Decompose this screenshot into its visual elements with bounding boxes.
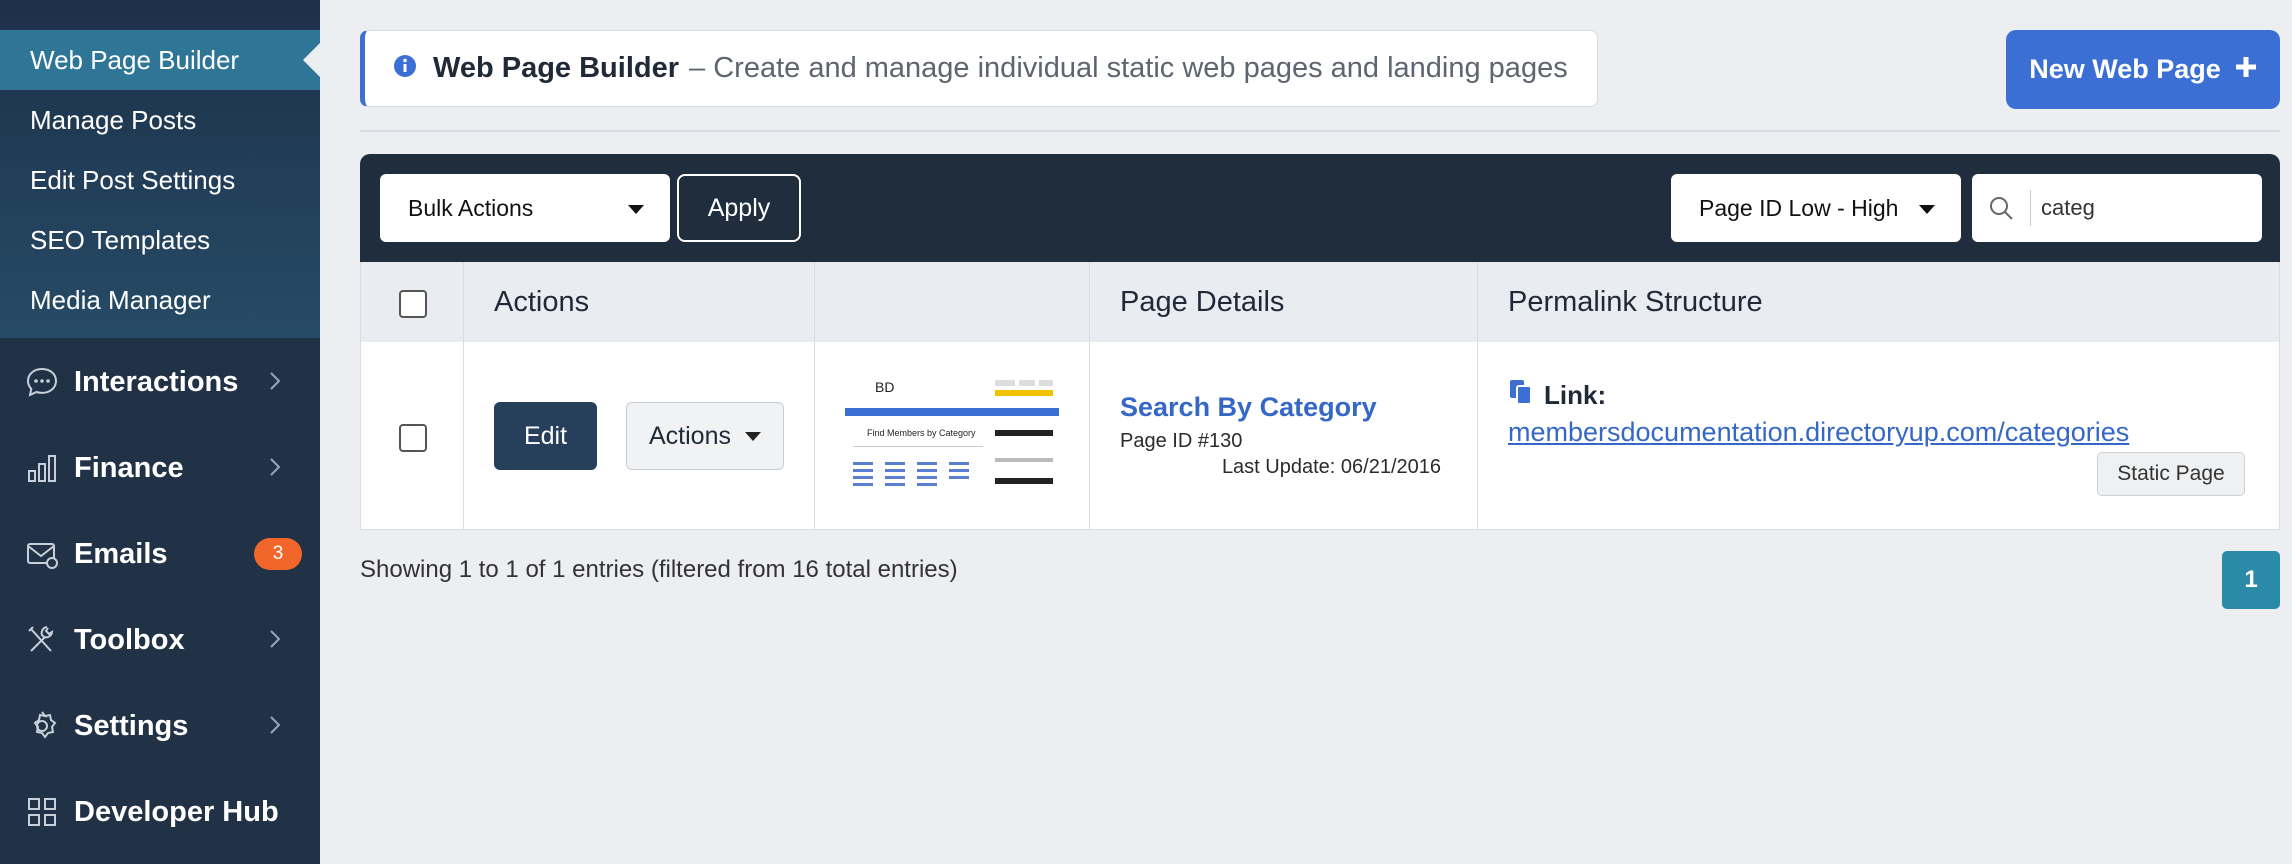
- sort-select[interactable]: Page ID Low - High: [1671, 174, 1961, 242]
- sidebar-item-media-manager[interactable]: Media Manager: [0, 270, 320, 330]
- page-type-badge: Static Page: [2097, 452, 2245, 496]
- column-divider: [814, 262, 815, 530]
- select-all-checkbox[interactable]: [399, 290, 427, 318]
- search-separator: [2030, 190, 2031, 226]
- new-web-page-button[interactable]: New Web Page: [2006, 30, 2280, 109]
- apply-button[interactable]: Apply: [677, 174, 801, 242]
- info-icon: [393, 54, 417, 83]
- active-indicator: [303, 43, 320, 77]
- sidebar-item-label: Interactions: [74, 365, 239, 398]
- sidebar-item-label: Settings: [74, 709, 189, 742]
- plus-icon: [2235, 54, 2257, 85]
- bulk-actions-select[interactable]: Bulk Actions: [380, 174, 670, 242]
- row-checkbox[interactable]: [399, 424, 427, 452]
- column-header-page-details: Page Details: [1120, 286, 1285, 318]
- caret-down-icon: [745, 432, 761, 441]
- sidebar-item-label: Developer Hub: [74, 795, 279, 828]
- column-divider: [1089, 262, 1090, 530]
- thumbnail-heading-text: Find Members by Category: [867, 428, 976, 438]
- bar-chart-icon: [24, 450, 60, 486]
- page-title-link[interactable]: Search By Category: [1120, 392, 1377, 423]
- sidebar-item-label: Edit Post Settings: [30, 164, 236, 195]
- caret-down-icon: [628, 205, 644, 214]
- bulk-actions-label: Bulk Actions: [408, 194, 534, 221]
- chevron-right-icon: [268, 455, 282, 484]
- pages-table: Actions Page Details Permalink Structure…: [360, 262, 2280, 530]
- page-title: Web Page Builder: [433, 52, 680, 84]
- sidebar-item-seo-templates[interactable]: SEO Templates: [0, 210, 320, 270]
- new-web-page-label: New Web Page: [2029, 54, 2221, 84]
- search-input[interactable]: [2039, 194, 2243, 222]
- sidebar-item-label: Manage Posts: [30, 104, 197, 135]
- apply-label: Apply: [707, 193, 771, 222]
- column-header-actions: Actions: [494, 286, 590, 318]
- divider: [360, 130, 2280, 132]
- search-icon: [1972, 195, 2030, 221]
- edit-label: Edit: [523, 421, 568, 450]
- tools-icon: [24, 622, 60, 658]
- page-thumbnail[interactable]: BD Find Members by Category: [845, 374, 1059, 498]
- sidebar-item-web-page-builder[interactable]: Web Page Builder: [0, 30, 320, 90]
- sidebar-item-settings[interactable]: Settings: [0, 683, 320, 769]
- edit-button[interactable]: Edit: [494, 402, 597, 470]
- column-divider: [463, 262, 464, 530]
- link-label: Link:: [1544, 380, 1607, 410]
- sidebar-item-label: Media Manager: [30, 284, 211, 315]
- sidebar-submenu: Web Page Builder Manage Posts Edit Post …: [0, 0, 320, 338]
- sidebar-item-toolbox[interactable]: Toolbox: [0, 597, 320, 683]
- chevron-right-icon: [268, 713, 282, 742]
- sidebar-item-label: Emails: [74, 537, 168, 570]
- table-toolbar: Bulk Actions Apply Page ID Low - High: [360, 154, 2280, 262]
- gear-icon: [24, 708, 60, 744]
- caret-down-icon: [1919, 205, 1935, 214]
- column-header-permalink: Permalink Structure: [1508, 286, 1763, 318]
- chat-icon: [24, 364, 60, 400]
- unread-count-badge: 3: [254, 538, 302, 570]
- grid-icon: [24, 794, 60, 830]
- sidebar-item-label: Finance: [74, 451, 184, 484]
- sidebar: Web Page Builder Manage Posts Edit Post …: [0, 0, 320, 864]
- row-actions-label: Actions: [649, 421, 731, 450]
- sidebar-item-edit-post-settings[interactable]: Edit Post Settings: [0, 150, 320, 210]
- thumbnail-logo-text: BD: [875, 379, 894, 395]
- chevron-right-icon: [268, 369, 282, 398]
- sidebar-item-interactions[interactable]: Interactions: [0, 339, 320, 425]
- search-box: [1972, 174, 2262, 242]
- column-divider: [1477, 262, 1478, 530]
- row-actions-dropdown[interactable]: Actions: [626, 402, 784, 470]
- pagination-page-1[interactable]: 1: [2222, 551, 2280, 609]
- chevron-right-icon: [268, 627, 282, 656]
- copy-icon[interactable]: [1508, 378, 1534, 413]
- link-label-group: Link:: [1508, 378, 1606, 413]
- sidebar-item-label: SEO Templates: [30, 224, 211, 255]
- sidebar-item-emails[interactable]: Emails 3: [0, 511, 320, 597]
- sidebar-item-label: Web Page Builder: [30, 44, 240, 75]
- sidebar-item-manage-posts[interactable]: Manage Posts: [0, 90, 320, 150]
- table-header: [361, 262, 2279, 342]
- page-description: – Create and manage individual static we…: [689, 52, 1568, 84]
- sort-label: Page ID Low - High: [1699, 194, 1899, 221]
- entries-info: Showing 1 to 1 of 1 entries (filtered fr…: [360, 556, 958, 583]
- last-update: Last Update: 06/21/2016: [1221, 456, 1441, 478]
- mail-icon: [24, 536, 60, 572]
- info-banner: Web Page Builder – Create and manage ind…: [360, 30, 1598, 107]
- page-id: Page ID #130: [1120, 430, 1243, 452]
- sidebar-item-finance[interactable]: Finance: [0, 425, 320, 511]
- sidebar-item-label: Toolbox: [74, 623, 185, 656]
- sidebar-item-developer-hub[interactable]: Developer Hub: [0, 769, 320, 855]
- permalink-url[interactable]: membersdocumentation.directoryup.com/cat…: [1508, 417, 2129, 448]
